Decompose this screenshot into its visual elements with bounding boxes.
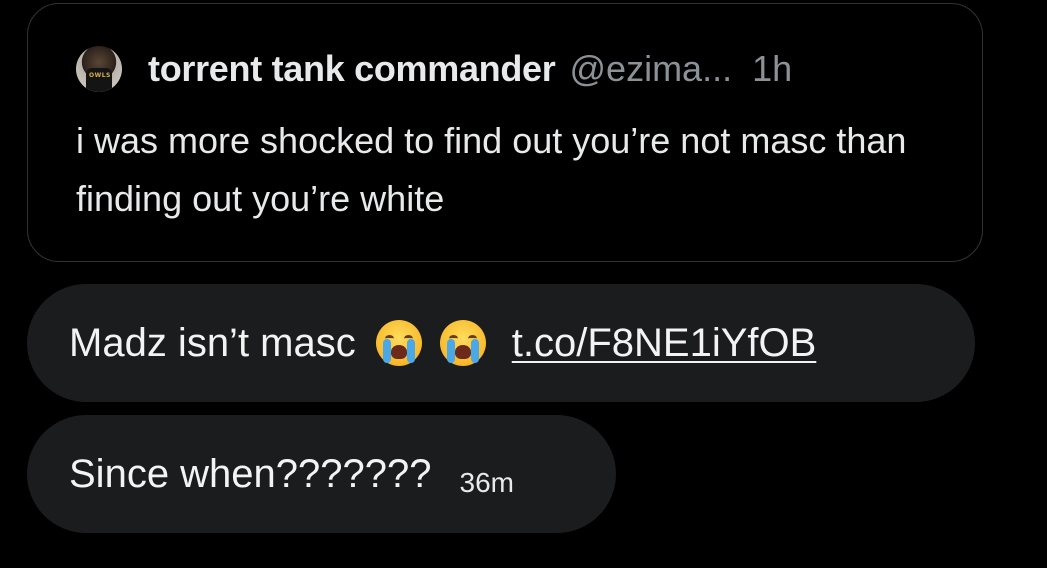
author-display-name[interactable]: torrent tank commander [148,48,556,90]
quoted-tweet-text: i was more shocked to find out you’re no… [76,120,907,219]
message-text: Madz isn’t masc [69,320,356,365]
message-link[interactable]: t.co/F8NE1iYfOB [512,321,817,366]
dm-conversation: OWLS torrent tank commander @ezima... 1h… [0,0,1047,568]
author-handle[interactable]: @ezima... [570,48,733,90]
quoted-tweet-timestamp: 1h [752,48,793,89]
message-timestamp: 36m [459,467,514,498]
message-bubble[interactable]: Since when??????? 36m [27,415,616,533]
avatar[interactable]: OWLS [76,46,122,92]
message-bubble[interactable]: Madz isn’t masc t.co/F8NE1iYfOB [27,284,975,402]
loudly-crying-face-icon [375,320,422,366]
avatar-jersey-text: OWLS [89,72,111,79]
quoted-tweet-header: OWLS torrent tank commander @ezima... 1h [76,44,792,94]
emoji-group [358,320,486,366]
loudly-crying-face-icon [439,320,486,366]
quoted-tweet-card[interactable]: OWLS torrent tank commander @ezima... 1h… [27,3,983,262]
message-text: Since when??????? [69,451,432,496]
